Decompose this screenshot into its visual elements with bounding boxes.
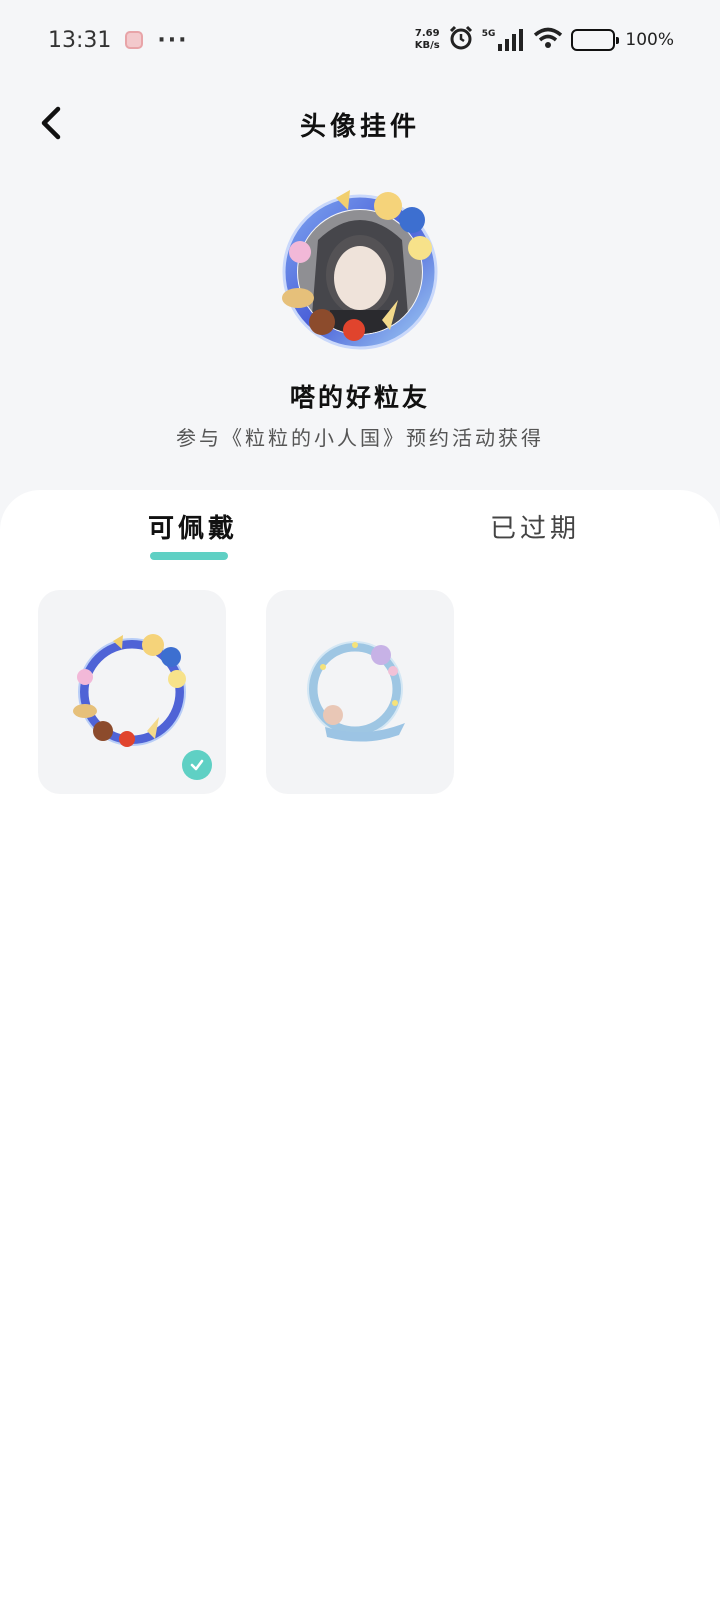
header: 头像挂件 — [0, 90, 720, 160]
selected-check-icon — [182, 750, 212, 780]
pendant-card-ribbon-ring[interactable] — [266, 590, 454, 794]
tab-expired[interactable]: 已过期 — [490, 508, 580, 545]
signal-icon: 5G — [482, 29, 526, 51]
pendant-sheet: 可佩戴 已过期 — [0, 490, 720, 1602]
tab-wearable[interactable]: 可佩戴 — [148, 508, 238, 545]
status-bar: 13:31 ··· 7.69 KB/s 5G 100% — [0, 0, 720, 80]
network-speed-unit: KB/s — [414, 40, 440, 51]
pendant-card-food-ring[interactable] — [38, 590, 226, 794]
pendant-name: 嗒的好粒友 — [289, 383, 430, 412]
status-time: 13:31 — [48, 27, 112, 53]
tab-bar: 可佩戴 已过期 — [0, 508, 720, 568]
page-title: 头像挂件 — [299, 112, 420, 142]
network-speed: 7.69 KB/s — [415, 28, 440, 52]
pendant-description: 参与《粒粒的小人国》预约活动获得 — [176, 426, 544, 450]
network-type: 5G — [481, 29, 496, 39]
network-speed-value: 7.69 — [414, 28, 440, 39]
alarm-icon — [448, 25, 474, 55]
more-notifications-icon: ··· — [157, 27, 189, 53]
tab-active-indicator — [150, 552, 228, 560]
battery-icon — [571, 29, 620, 51]
pendant-preview: 嗒的好粒友 参与《粒粒的小人国》预约活动获得 — [0, 180, 720, 451]
avatar-with-pendant — [270, 180, 450, 360]
status-left: 13:31 ··· — [48, 28, 188, 53]
ribbon-ring-pendant-icon — [307, 641, 405, 742]
wifi-icon — [533, 27, 563, 53]
pendant-grid — [38, 590, 454, 794]
status-right: 7.69 KB/s 5G 100% — [415, 25, 674, 55]
battery-percent: 100% — [625, 30, 674, 50]
food-ring-pendant-icon — [73, 634, 186, 747]
notification-app-icon — [125, 31, 144, 49]
